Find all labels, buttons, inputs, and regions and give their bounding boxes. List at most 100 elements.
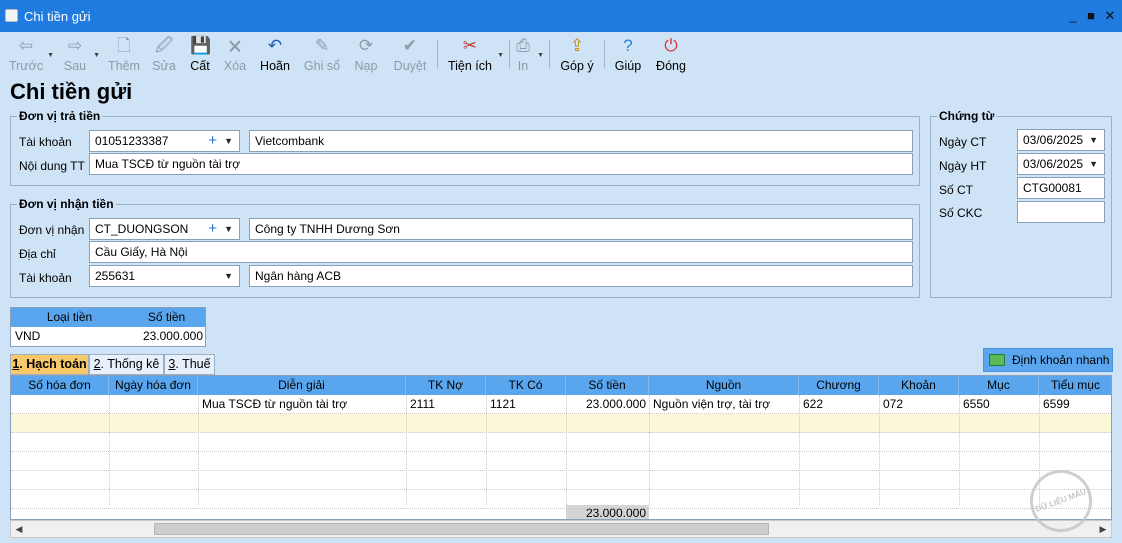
- voucher-number-field[interactable]: CTG00081: [1017, 177, 1105, 199]
- quick-entry-label: Định khoản nhanh: [1012, 353, 1110, 367]
- tab-statistics[interactable]: 2. Thống kê: [89, 354, 164, 375]
- add-icon[interactable]: +: [208, 131, 217, 151]
- table-row[interactable]: [11, 414, 1111, 433]
- payee-account-select[interactable]: 255631 ▼: [89, 265, 240, 287]
- scroll-right-icon[interactable]: ▶: [1095, 521, 1111, 537]
- grid-column-divider: [406, 395, 407, 505]
- currency-type-cell[interactable]: VND: [11, 327, 128, 346]
- close-window-button[interactable]: ✕: [1099, 6, 1121, 26]
- tab-accounting[interactable]: 1. Hạch toán: [10, 354, 89, 375]
- scroll-thumb[interactable]: [154, 523, 769, 535]
- payee-bank-field[interactable]: Ngân hàng ACB: [249, 265, 913, 287]
- table-cell[interactable]: 072: [879, 395, 959, 414]
- payer-bank-field[interactable]: Vietcombank: [249, 130, 913, 152]
- print-icon: ⎙: [516, 36, 530, 55]
- toolbar-next-label: Sau: [63, 59, 87, 73]
- table-row[interactable]: [11, 471, 1111, 490]
- table-cell[interactable]: 2111: [406, 395, 486, 414]
- tab-tax[interactable]: 3. Thuế: [164, 354, 215, 375]
- prev-icon: ⇦: [18, 36, 34, 55]
- chevron-down-icon[interactable]: ▼: [224, 266, 233, 286]
- toolbar-separator: [604, 40, 605, 68]
- toolbar-approve-label: Duyệt: [393, 59, 427, 73]
- load-icon: ⟳: [358, 36, 374, 55]
- toolbar-help-button[interactable]: ? Giúp: [610, 34, 646, 74]
- grid-column-header[interactable]: Chương: [799, 376, 879, 395]
- payer-account-select[interactable]: 01051233387 + ▼: [89, 130, 240, 152]
- grid-column-header[interactable]: Số hóa đơn: [11, 376, 109, 395]
- currency-type-header: Loại tiền: [46, 310, 93, 324]
- grid-column-header[interactable]: Diễn giải: [198, 376, 406, 395]
- table-cell[interactable]: Nguồn viện trợ, tài trợ: [649, 395, 799, 414]
- table-row[interactable]: [11, 433, 1111, 452]
- table-row[interactable]: Mua TSCĐ từ nguồn tài trợ 2111 1121 23.000.…: [11, 395, 1111, 414]
- table-cell[interactable]: [11, 395, 109, 414]
- toolbar-save-button[interactable]: 💾 Cất: [184, 34, 216, 74]
- table-cell[interactable]: [109, 395, 198, 414]
- payee-legend: Đơn vị nhận tiền: [19, 197, 114, 211]
- table-row[interactable]: [11, 452, 1111, 471]
- scroll-left-icon[interactable]: ◀: [11, 521, 27, 537]
- grid-column-header[interactable]: Mục: [959, 376, 1039, 395]
- grid-column-header[interactable]: Khoản: [879, 376, 959, 395]
- post-icon: ✎: [314, 36, 330, 55]
- toolbar-delete-button[interactable]: 🗙 Xóa: [219, 34, 251, 74]
- currency-amount-cell[interactable]: 23.000.000: [128, 327, 205, 346]
- toolbar-next-button[interactable]: ⇨ Sau ▼: [58, 34, 100, 74]
- table-cell[interactable]: Mua TSCĐ từ nguồn tài trợ: [198, 395, 406, 414]
- toolbar-prev-button[interactable]: ⇦ Trước ▼: [6, 34, 54, 74]
- toolbar-close-button[interactable]: ⏻ Đóng: [652, 34, 690, 74]
- table-row[interactable]: [11, 490, 1111, 509]
- grid-column-header[interactable]: Số tiền: [566, 376, 649, 395]
- voucher-ckc-field[interactable]: [1017, 201, 1105, 223]
- toolbar-add-label: Thêm: [108, 59, 140, 73]
- main-content: Chi tiền gửi Đơn vị trả tiền Tài khoản 0…: [0, 75, 1122, 543]
- toolbar-feedback-button[interactable]: ⇪ Góp ý: [556, 34, 598, 74]
- toolbar-help-label: Giúp: [614, 59, 642, 73]
- toolbar-edit-button[interactable]: 🖉 Sửa: [148, 34, 180, 74]
- feedback-icon: ⇪: [569, 36, 585, 55]
- toolbar-edit-label: Sửa: [152, 59, 176, 73]
- chevron-down-icon[interactable]: ▼: [93, 52, 100, 59]
- voucher-date-ct-picker[interactable]: 03/06/2025 ▼: [1017, 129, 1105, 151]
- chevron-down-icon[interactable]: ▼: [224, 131, 233, 151]
- tab-accounting-label: . Hạch toán: [19, 357, 87, 371]
- grid-column-divider: [198, 395, 199, 505]
- toolbar-post-label: Ghi sổ: [303, 59, 341, 73]
- payee-unit-select[interactable]: CT_DUONGSON + ▼: [89, 218, 240, 240]
- table-cell[interactable]: 6599: [1039, 395, 1111, 414]
- table-cell[interactable]: 1121: [486, 395, 566, 414]
- toolbar-load-button[interactable]: ⟳ Nạp: [349, 34, 383, 74]
- payer-content-label: Nội dung TT: [19, 159, 85, 173]
- grid-column-header[interactable]: Nguồn: [649, 376, 799, 395]
- grid-column-header[interactable]: TK Nợ: [406, 376, 486, 395]
- toolbar-post-button[interactable]: ✎ Ghi sổ: [300, 34, 344, 74]
- table-cell[interactable]: 23.000.000: [566, 395, 649, 414]
- chevron-down-icon[interactable]: ▼: [1089, 154, 1098, 174]
- toolbar-add-button[interactable]: 🗋 Thêm: [104, 34, 144, 74]
- toolbar-undo-button[interactable]: ↶ Hoãn: [256, 34, 294, 74]
- chevron-down-icon[interactable]: ▼: [224, 219, 233, 239]
- undo-icon: ↶: [267, 36, 283, 55]
- horizontal-scrollbar[interactable]: ◀ ▶: [10, 520, 1112, 538]
- grid-column-header[interactable]: Ngày hóa đơn: [109, 376, 198, 395]
- toolbar-undo-label: Hoãn: [260, 59, 290, 73]
- grid-column-header[interactable]: Tiểu mục: [1039, 376, 1111, 395]
- toolbar-approve-button[interactable]: ✔ Duyệt: [388, 34, 432, 74]
- payee-address-field[interactable]: Cầu Giấy, Hà Nội: [89, 241, 913, 263]
- chevron-down-icon[interactable]: ▼: [1089, 130, 1098, 150]
- quick-entry-button[interactable]: Định khoản nhanh: [983, 348, 1113, 372]
- grid-column-header[interactable]: TK Có: [486, 376, 566, 395]
- toolbar-print-button[interactable]: ⎙ In ▼: [510, 34, 544, 74]
- add-icon[interactable]: +: [208, 219, 217, 239]
- toolbar: ⇦ Trước ▼ ⇨ Sau ▼ 🗋 Thêm 🖉 Sửa 💾 Cất 🗙 Xóa ↶ Hoãn ✎ Ghi s…: [0, 32, 1122, 75]
- chevron-down-icon[interactable]: ▼: [47, 52, 54, 59]
- chevron-down-icon[interactable]: ▼: [497, 52, 504, 59]
- toolbar-utilities-button[interactable]: ✂ Tiện ích ▼: [444, 34, 504, 74]
- payer-content-field[interactable]: Mua TSCĐ từ nguồn tài trợ: [89, 153, 913, 175]
- chevron-down-icon[interactable]: ▼: [537, 52, 544, 59]
- table-cell[interactable]: 622: [799, 395, 879, 414]
- payee-unit-name-field[interactable]: Công ty TNHH Dương Sơn: [249, 218, 913, 240]
- table-cell[interactable]: 6550: [959, 395, 1039, 414]
- voucher-date-ht-picker[interactable]: 03/06/2025 ▼: [1017, 153, 1105, 175]
